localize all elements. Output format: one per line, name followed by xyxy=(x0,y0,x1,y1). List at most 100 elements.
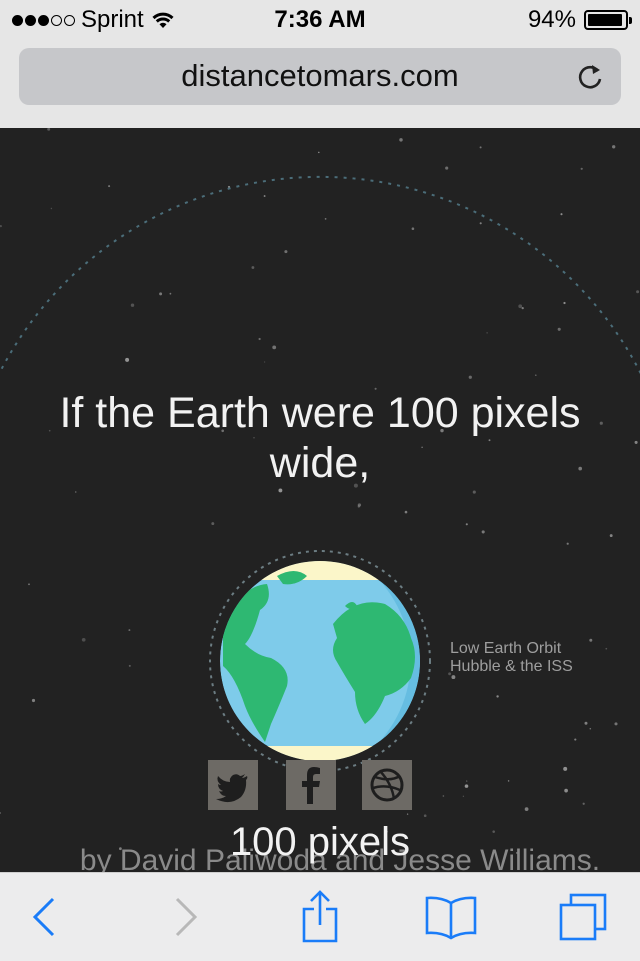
star xyxy=(486,332,488,334)
star xyxy=(159,292,163,296)
orbit-label-line1: Low Earth Orbit xyxy=(450,640,562,657)
star xyxy=(50,207,53,210)
facebook-icon xyxy=(302,767,320,804)
dribbble-button[interactable] xyxy=(362,760,412,810)
star xyxy=(169,292,172,295)
star xyxy=(599,421,603,425)
star xyxy=(318,151,320,154)
orbit-arc xyxy=(0,175,640,375)
tabs-button[interactable] xyxy=(553,889,613,945)
star xyxy=(258,337,261,341)
star xyxy=(284,250,288,254)
star xyxy=(580,167,583,170)
star xyxy=(263,361,266,363)
status-right: 94% xyxy=(527,6,632,34)
star xyxy=(0,812,1,814)
star xyxy=(582,802,585,805)
star xyxy=(524,807,529,811)
star xyxy=(81,637,86,642)
star xyxy=(518,304,523,309)
star xyxy=(612,145,616,149)
star xyxy=(468,375,472,379)
star xyxy=(272,345,277,350)
star xyxy=(496,695,499,698)
earth-size-label: 100 pixels xyxy=(229,820,411,864)
star xyxy=(589,727,592,730)
star xyxy=(47,128,51,131)
star xyxy=(130,303,135,307)
star xyxy=(251,266,255,269)
star xyxy=(465,523,468,526)
star xyxy=(636,290,640,294)
star xyxy=(128,664,131,667)
star xyxy=(634,440,638,444)
star xyxy=(442,795,445,797)
back-button[interactable] xyxy=(14,889,74,945)
star xyxy=(563,301,566,305)
share-icon xyxy=(302,890,338,943)
star xyxy=(263,195,266,197)
address-bar[interactable]: distancetomars.com xyxy=(19,48,621,105)
star xyxy=(566,542,569,545)
star xyxy=(31,698,36,703)
star xyxy=(278,488,283,493)
star xyxy=(479,146,482,149)
star xyxy=(411,227,415,230)
battery-icon xyxy=(584,10,632,30)
star xyxy=(589,638,593,642)
star xyxy=(445,166,449,170)
star xyxy=(466,780,468,782)
star xyxy=(609,534,613,538)
star xyxy=(534,374,537,377)
star xyxy=(404,510,408,514)
star xyxy=(399,138,403,142)
star xyxy=(584,721,588,725)
status-bar: Sprint 7:36 AM 94% xyxy=(0,0,640,40)
url-text[interactable]: distancetomars.com xyxy=(19,58,621,94)
star xyxy=(472,490,476,494)
twitter-button[interactable] xyxy=(208,760,258,810)
star xyxy=(324,218,327,220)
orbit-label: Low Earth Orbit Hubble & the ISS xyxy=(450,640,573,676)
bookmarks-button[interactable] xyxy=(421,889,481,945)
star xyxy=(605,647,608,650)
star xyxy=(521,306,524,310)
star xyxy=(406,813,409,815)
star xyxy=(614,722,618,726)
browser-toolbar xyxy=(0,872,640,961)
forward-button[interactable] xyxy=(156,889,216,945)
address-bar-area: distancetomars.com xyxy=(0,40,640,128)
star xyxy=(125,357,130,362)
star xyxy=(557,327,561,331)
star xyxy=(560,213,563,216)
star xyxy=(574,738,577,741)
share-button[interactable] xyxy=(290,889,350,945)
dribbble-icon xyxy=(370,768,404,802)
star xyxy=(564,788,568,793)
star xyxy=(128,629,131,632)
star xyxy=(479,222,482,225)
page-content: If the Earth were 100 pixels wide, Low E… xyxy=(0,128,640,872)
page-headline: If the Earth were 100 pixels wide, xyxy=(59,389,581,487)
back-arrow-icon xyxy=(32,897,55,937)
bookmarks-icon xyxy=(425,896,477,940)
star xyxy=(481,530,485,534)
star xyxy=(108,185,111,188)
twitter-icon xyxy=(216,774,248,803)
earth-illustration xyxy=(209,550,431,772)
star xyxy=(423,814,427,818)
star xyxy=(211,522,215,526)
battery-percent: 94% xyxy=(527,6,576,33)
facebook-button[interactable] xyxy=(286,760,336,810)
star xyxy=(357,503,362,507)
star xyxy=(563,766,568,771)
star xyxy=(462,795,465,797)
star xyxy=(28,583,30,586)
star xyxy=(75,491,77,493)
orbit-label-line2: Hubble & the ISS xyxy=(450,658,573,675)
forward-arrow-icon xyxy=(175,897,198,937)
star xyxy=(507,780,510,782)
reload-icon[interactable] xyxy=(575,62,605,92)
star xyxy=(0,224,2,228)
tabs-icon xyxy=(559,893,607,941)
